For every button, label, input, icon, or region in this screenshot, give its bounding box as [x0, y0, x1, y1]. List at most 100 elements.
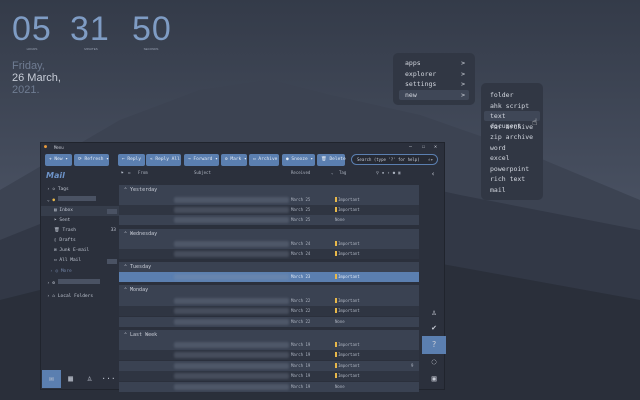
clock-hours: 05 — [12, 10, 52, 48]
refresh-button[interactable]: ⟳ Refresh ▾ — [74, 154, 109, 166]
menu-item-apps[interactable]: apps > — [399, 58, 469, 68]
reply-all-button[interactable]: « Reply All — [146, 154, 181, 166]
clock-minutes: 31 — [70, 10, 110, 48]
mail-tab-icon[interactable]: ✉ — [42, 370, 61, 388]
submenu-item-folder[interactable]: folder — [484, 90, 540, 100]
redacted-sender-subject — [174, 363, 289, 369]
group-label: Last Week — [130, 332, 158, 338]
column-received[interactable]: Received — [291, 170, 310, 175]
submenu-item-excel[interactable]: excel — [484, 153, 540, 163]
tag: Important — [335, 350, 360, 360]
chevron-right-icon: > — [461, 69, 465, 78]
label: Tags — [57, 187, 69, 192]
account-name-redacted — [58, 196, 97, 201]
search-input[interactable]: Search (type '?' for help) ⌕▾ — [351, 154, 438, 165]
submenu-item-powerpoint[interactable]: powerpoint — [484, 164, 540, 174]
label: Refresh — [84, 157, 104, 162]
close-button[interactable]: ✕ — [434, 144, 437, 150]
message-row[interactable]: March 23 Important — [119, 272, 419, 282]
received-date: March 19 — [291, 363, 311, 368]
collapse-chevron-icon: ⌃ — [124, 332, 128, 338]
sidebar-all-mail[interactable]: ▭ All Mail — [41, 256, 119, 266]
message-row[interactable]: March 22 None — [119, 317, 419, 327]
tag-color-swatch — [335, 363, 337, 368]
forward-button[interactable]: → Forward ▾ — [184, 154, 219, 166]
calendar-icon[interactable]: ▣ — [422, 370, 446, 388]
label: settings — [405, 80, 437, 88]
sidebar-local-folders[interactable]: › ⌂ Local Folders — [41, 292, 119, 302]
received-date: March 24 — [291, 251, 311, 256]
message-row[interactable]: March 19 Important — [119, 340, 419, 350]
inbox-count — [107, 209, 117, 214]
tag-color-swatch — [335, 241, 337, 246]
mail-title: Mail — [46, 171, 65, 180]
tag-color-swatch — [335, 308, 337, 313]
chevron-right-icon: > — [461, 59, 465, 67]
snooze-button[interactable]: ● Snooze ▾ — [282, 154, 315, 166]
tag: Important — [335, 205, 360, 215]
sort-chevron-icon: ⌄ — [331, 170, 334, 175]
message-row[interactable]: March 19 Important 9 — [119, 361, 419, 371]
column-from[interactable]: From — [138, 170, 148, 175]
redacted-sender-subject — [174, 373, 289, 379]
label: Reply — [127, 157, 141, 162]
label: Local Folders — [57, 294, 94, 299]
trash-count: 33 — [110, 228, 116, 233]
label: explorer — [405, 69, 437, 78]
mark-button[interactable]: ⚙ Mark ▾ — [221, 154, 247, 166]
submenu-item-word[interactable]: word — [484, 143, 540, 153]
sidebar-drafts[interactable]: ▯ Drafts — [41, 236, 119, 246]
help-icon[interactable]: ? — [422, 336, 446, 354]
menu-item-settings[interactable]: settings > — [399, 79, 469, 89]
column-tag[interactable]: Tag — [339, 170, 346, 175]
message-row[interactable]: March 19 None — [119, 382, 419, 392]
collapse-pane-icon[interactable]: ‹ — [431, 170, 435, 178]
search-placeholder: Search (type '?' for help) — [357, 157, 420, 162]
calendar-tab-icon[interactable]: ▦ — [61, 370, 80, 388]
contacts-tab-icon[interactable]: ♙ — [80, 370, 99, 388]
submenu-item-rich-text[interactable]: rich text — [484, 174, 540, 184]
submenu-item-ahk-script[interactable]: ahk script — [484, 101, 540, 111]
redacted-sender-subject — [174, 241, 289, 247]
sidebar-inbox[interactable]: ▤ Inbox — [41, 206, 119, 216]
sidebar-tags[interactable]: › ◇ Tags — [41, 185, 119, 195]
sidebar-junk[interactable]: ⊠ Junk E-mail — [41, 246, 119, 256]
menu-item-explorer[interactable]: explorer > — [399, 69, 469, 79]
message-row[interactable]: March 22 Important — [119, 306, 419, 316]
tag-label: Important — [338, 363, 360, 368]
more-tabs-icon[interactable]: ··· — [99, 370, 118, 388]
minimize-button[interactable]: – — [409, 144, 412, 150]
redacted-sender-subject — [174, 384, 289, 390]
star-column-icon: ⚑ — [121, 170, 124, 175]
tag: Important — [335, 272, 360, 282]
submenu-item-zip-archive[interactable]: zip archive — [484, 132, 540, 142]
sidebar-account-1[interactable]: ⌄ ● — [41, 196, 119, 206]
column-subject[interactable]: Subject — [194, 170, 211, 175]
menu-item-new[interactable]: new > — [399, 90, 469, 100]
message-row[interactable]: March 25 None — [119, 215, 419, 225]
clock-seconds: 50 — [132, 10, 172, 48]
maximize-button[interactable]: ☐ — [422, 144, 425, 150]
archive-button[interactable]: ▭ Archive — [249, 154, 279, 166]
sidebar-account-2[interactable]: › ⚙ — [41, 279, 119, 289]
submenu-item-mail[interactable]: mail — [484, 185, 540, 195]
message-row[interactable]: March 22 Important — [119, 296, 419, 306]
message-row[interactable]: March 19 Important — [119, 371, 419, 381]
new-button[interactable]: + New ▾ — [45, 154, 72, 166]
group-header[interactable]: ⌃ Monday — [119, 285, 419, 296]
received-date: March 25 — [291, 217, 311, 222]
message-row[interactable]: March 24 Important — [119, 239, 419, 249]
sidebar-sent[interactable]: ➤ Sent — [41, 216, 119, 226]
message-row[interactable]: March 25 Important — [119, 205, 419, 215]
reply-button[interactable]: ← Reply — [118, 154, 145, 166]
sidebar-more[interactable]: › ◎ More — [41, 267, 119, 277]
message-row[interactable]: March 19 Important — [119, 350, 419, 360]
message-row[interactable]: March 24 Important — [119, 249, 419, 259]
sidebar-trash[interactable]: 🗑 Trash 33 — [41, 226, 119, 236]
tasks-check-icon[interactable]: ✔ — [422, 319, 446, 337]
tag-label: None — [335, 384, 345, 389]
chat-icon[interactable]: ◌ — [422, 353, 446, 371]
message-row[interactable]: March 25 Important — [119, 195, 419, 205]
collapse-chevron-icon: ⌃ — [124, 231, 128, 237]
delete-button[interactable]: 🗑 Delete — [317, 154, 346, 166]
